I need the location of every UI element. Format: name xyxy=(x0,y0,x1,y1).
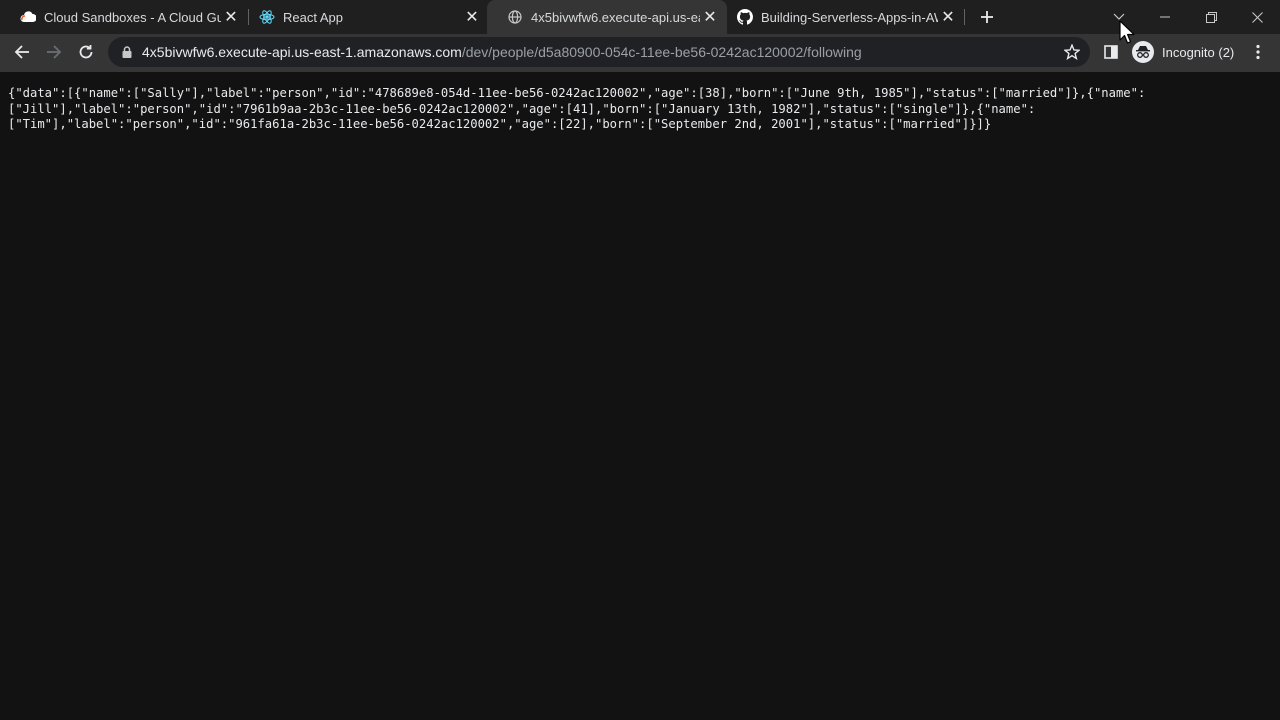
reload-button[interactable] xyxy=(71,37,101,67)
tab-github-repo[interactable]: Building-Serverless-Apps-in-AWS ✕ xyxy=(717,0,965,34)
tab-execute-api[interactable]: 4x5bivwfw6.execute-api.us-east- ✕ xyxy=(487,0,727,34)
close-window-button[interactable] xyxy=(1234,0,1280,34)
github-icon xyxy=(737,9,753,25)
minimize-button[interactable] xyxy=(1142,0,1188,34)
url-path: /dev/people/d5a80900-054c-11ee-be56-0242… xyxy=(461,44,862,60)
tab-separator xyxy=(964,9,965,25)
incognito-profile-button[interactable]: Incognito (2) xyxy=(1130,38,1234,66)
tab-title: Building-Serverless-Apps-in-AWS xyxy=(761,9,938,25)
arrow-left-icon xyxy=(14,45,29,59)
url-text: 4x5bivwfw6.execute-api.us-east-1.amazona… xyxy=(142,44,862,60)
more-vert-icon xyxy=(1256,44,1260,60)
page-content: {"data":[{"name":["Sally"],"label":"pers… xyxy=(0,72,1280,720)
back-button[interactable] xyxy=(7,37,37,67)
tab-react-app[interactable]: React App ✕ xyxy=(239,0,489,34)
reload-icon xyxy=(79,45,93,59)
new-tab-button[interactable] xyxy=(975,5,999,29)
tab-cloud-sandboxes[interactable]: Cloud Sandboxes - A Cloud Guru ✕ xyxy=(0,0,248,34)
restore-icon xyxy=(1205,11,1217,23)
menu-button[interactable] xyxy=(1243,37,1273,67)
incognito-label: Incognito (2) xyxy=(1162,44,1235,60)
url-host: 4x5bivwfw6.execute-api.us-east-1.amazona… xyxy=(142,44,462,60)
side-panel-icon xyxy=(1104,45,1118,59)
tab-title: React App xyxy=(283,9,343,25)
minimize-icon xyxy=(1160,16,1170,18)
close-icon xyxy=(1251,11,1263,23)
tab-strip: Cloud Sandboxes - A Cloud Guru ✕ React A… xyxy=(0,0,1280,34)
react-icon xyxy=(259,9,275,25)
close-tab-icon[interactable]: ✕ xyxy=(462,7,482,27)
cloud-icon xyxy=(20,9,36,25)
close-tab-icon[interactable]: ✕ xyxy=(938,7,958,27)
address-bar[interactable]: 4x5bivwfw6.execute-api.us-east-1.amazona… xyxy=(108,37,1090,67)
arrow-right-icon xyxy=(47,45,62,59)
tab-title: 4x5bivwfw6.execute-api.us-east- xyxy=(531,9,700,25)
globe-icon xyxy=(507,9,523,25)
mouse-cursor-icon xyxy=(1119,20,1137,51)
json-response-text: {"data":[{"name":["Sally"],"label":"pers… xyxy=(8,86,1146,131)
browser-toolbar: 4x5bivwfw6.execute-api.us-east-1.amazona… xyxy=(0,34,1280,72)
forward-button[interactable] xyxy=(39,37,69,67)
close-tab-icon[interactable]: ✕ xyxy=(221,7,241,27)
restore-button[interactable] xyxy=(1188,0,1234,34)
lock-icon[interactable] xyxy=(120,45,134,59)
tab-title: Cloud Sandboxes - A Cloud Guru xyxy=(44,9,221,25)
bookmark-star-icon[interactable] xyxy=(1062,42,1082,62)
